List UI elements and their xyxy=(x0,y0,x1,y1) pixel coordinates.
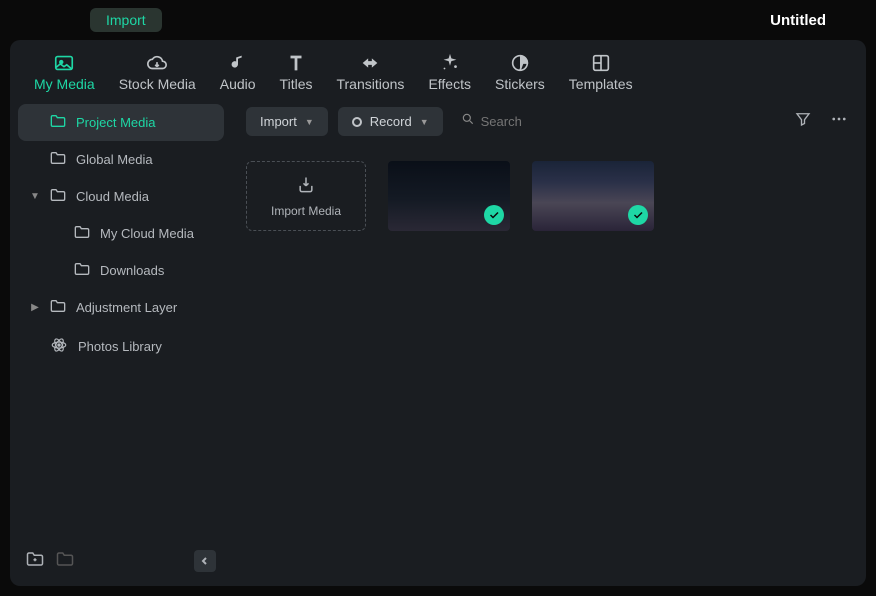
tab-label: Titles xyxy=(280,76,313,92)
tab-label: Transitions xyxy=(336,76,404,92)
atom-icon xyxy=(50,336,68,357)
tab-stickers[interactable]: Stickers xyxy=(483,48,557,96)
sidebar-item-global-media[interactable]: Global Media xyxy=(18,141,224,178)
filter-icon[interactable] xyxy=(790,106,816,137)
tab-label: Stock Media xyxy=(119,76,196,92)
tabs-bar: My Media Stock Media Audio Titles Transi xyxy=(10,40,866,96)
chevron-down-icon: ▼ xyxy=(30,191,40,202)
sidebar-item-label: Adjustment Layer xyxy=(76,300,212,315)
media-thumb-1[interactable] xyxy=(388,161,510,231)
tab-templates[interactable]: Templates xyxy=(557,48,645,96)
folder-disabled-icon xyxy=(56,551,74,572)
tab-titles[interactable]: Titles xyxy=(268,48,325,96)
folder-icon xyxy=(74,262,90,279)
tab-label: My Media xyxy=(34,76,95,92)
transitions-icon xyxy=(358,52,382,74)
sidebar-item-label: Project Media xyxy=(76,115,212,130)
sidebar-item-project-media[interactable]: Project Media xyxy=(18,104,224,141)
tab-audio[interactable]: Audio xyxy=(208,48,268,96)
sidebar-item-my-cloud-media[interactable]: My Cloud Media xyxy=(18,215,224,252)
import-icon xyxy=(296,175,316,198)
sidebar-item-label: Photos Library xyxy=(78,339,212,354)
chevron-down-icon: ▼ xyxy=(305,117,314,127)
media-grid: Import Media xyxy=(232,147,866,245)
check-badge-icon xyxy=(628,205,648,225)
sticker-icon xyxy=(508,52,532,74)
import-media-tile[interactable]: Import Media xyxy=(246,161,366,231)
collapse-sidebar-button[interactable] xyxy=(194,550,216,572)
record-dropdown-button[interactable]: Record ▼ xyxy=(338,107,443,136)
tab-effects[interactable]: Effects xyxy=(416,48,483,96)
sidebar-item-label: Downloads xyxy=(100,263,212,278)
search-input[interactable] xyxy=(481,114,601,129)
sidebar-item-photos-library[interactable]: Photos Library xyxy=(18,326,224,367)
sidebar-item-adjustment-layer[interactable]: ▶ Adjustment Layer xyxy=(18,289,224,326)
sidebar-item-label: Cloud Media xyxy=(76,189,212,204)
project-title: Untitled xyxy=(770,12,826,29)
tab-stock-media[interactable]: Stock Media xyxy=(107,48,208,96)
import-tile-label: Import Media xyxy=(271,204,341,218)
button-label: Record xyxy=(370,114,412,129)
sidebar-item-cloud-media[interactable]: ▼ Cloud Media xyxy=(18,178,224,215)
toolbar: Import ▼ Record ▼ xyxy=(232,96,866,147)
folder-icon xyxy=(74,225,90,242)
layout-icon xyxy=(589,52,613,74)
record-icon xyxy=(352,117,362,127)
folder-icon xyxy=(50,299,66,316)
check-badge-icon xyxy=(484,205,504,225)
button-label: Import xyxy=(260,114,297,129)
tab-label: Audio xyxy=(220,76,256,92)
tab-label: Stickers xyxy=(495,76,545,92)
new-folder-icon[interactable] xyxy=(26,551,44,572)
tab-label: Effects xyxy=(428,76,471,92)
folder-icon xyxy=(50,114,66,131)
cloud-download-icon xyxy=(145,52,169,74)
import-pill[interactable]: Import xyxy=(90,8,162,32)
text-icon xyxy=(284,52,308,74)
chevron-down-icon: ▼ xyxy=(420,117,429,127)
sparkle-icon xyxy=(438,52,462,74)
import-dropdown-button[interactable]: Import ▼ xyxy=(246,107,328,136)
media-thumb-2[interactable] xyxy=(532,161,654,231)
tab-my-media[interactable]: My Media xyxy=(22,48,107,96)
tab-label: Templates xyxy=(569,76,633,92)
sidebar-item-downloads[interactable]: Downloads xyxy=(18,252,224,289)
image-icon xyxy=(52,52,76,74)
search-icon xyxy=(461,112,475,131)
folder-icon xyxy=(50,188,66,205)
more-icon[interactable] xyxy=(826,106,852,137)
chevron-right-icon: ▶ xyxy=(30,302,40,313)
sidebar: Project Media Global Media ▼ Cloud Media xyxy=(10,96,232,586)
tab-transitions[interactable]: Transitions xyxy=(324,48,416,96)
music-note-icon xyxy=(226,52,250,74)
folder-icon xyxy=(50,151,66,168)
sidebar-item-label: Global Media xyxy=(76,152,212,167)
sidebar-item-label: My Cloud Media xyxy=(100,226,212,241)
